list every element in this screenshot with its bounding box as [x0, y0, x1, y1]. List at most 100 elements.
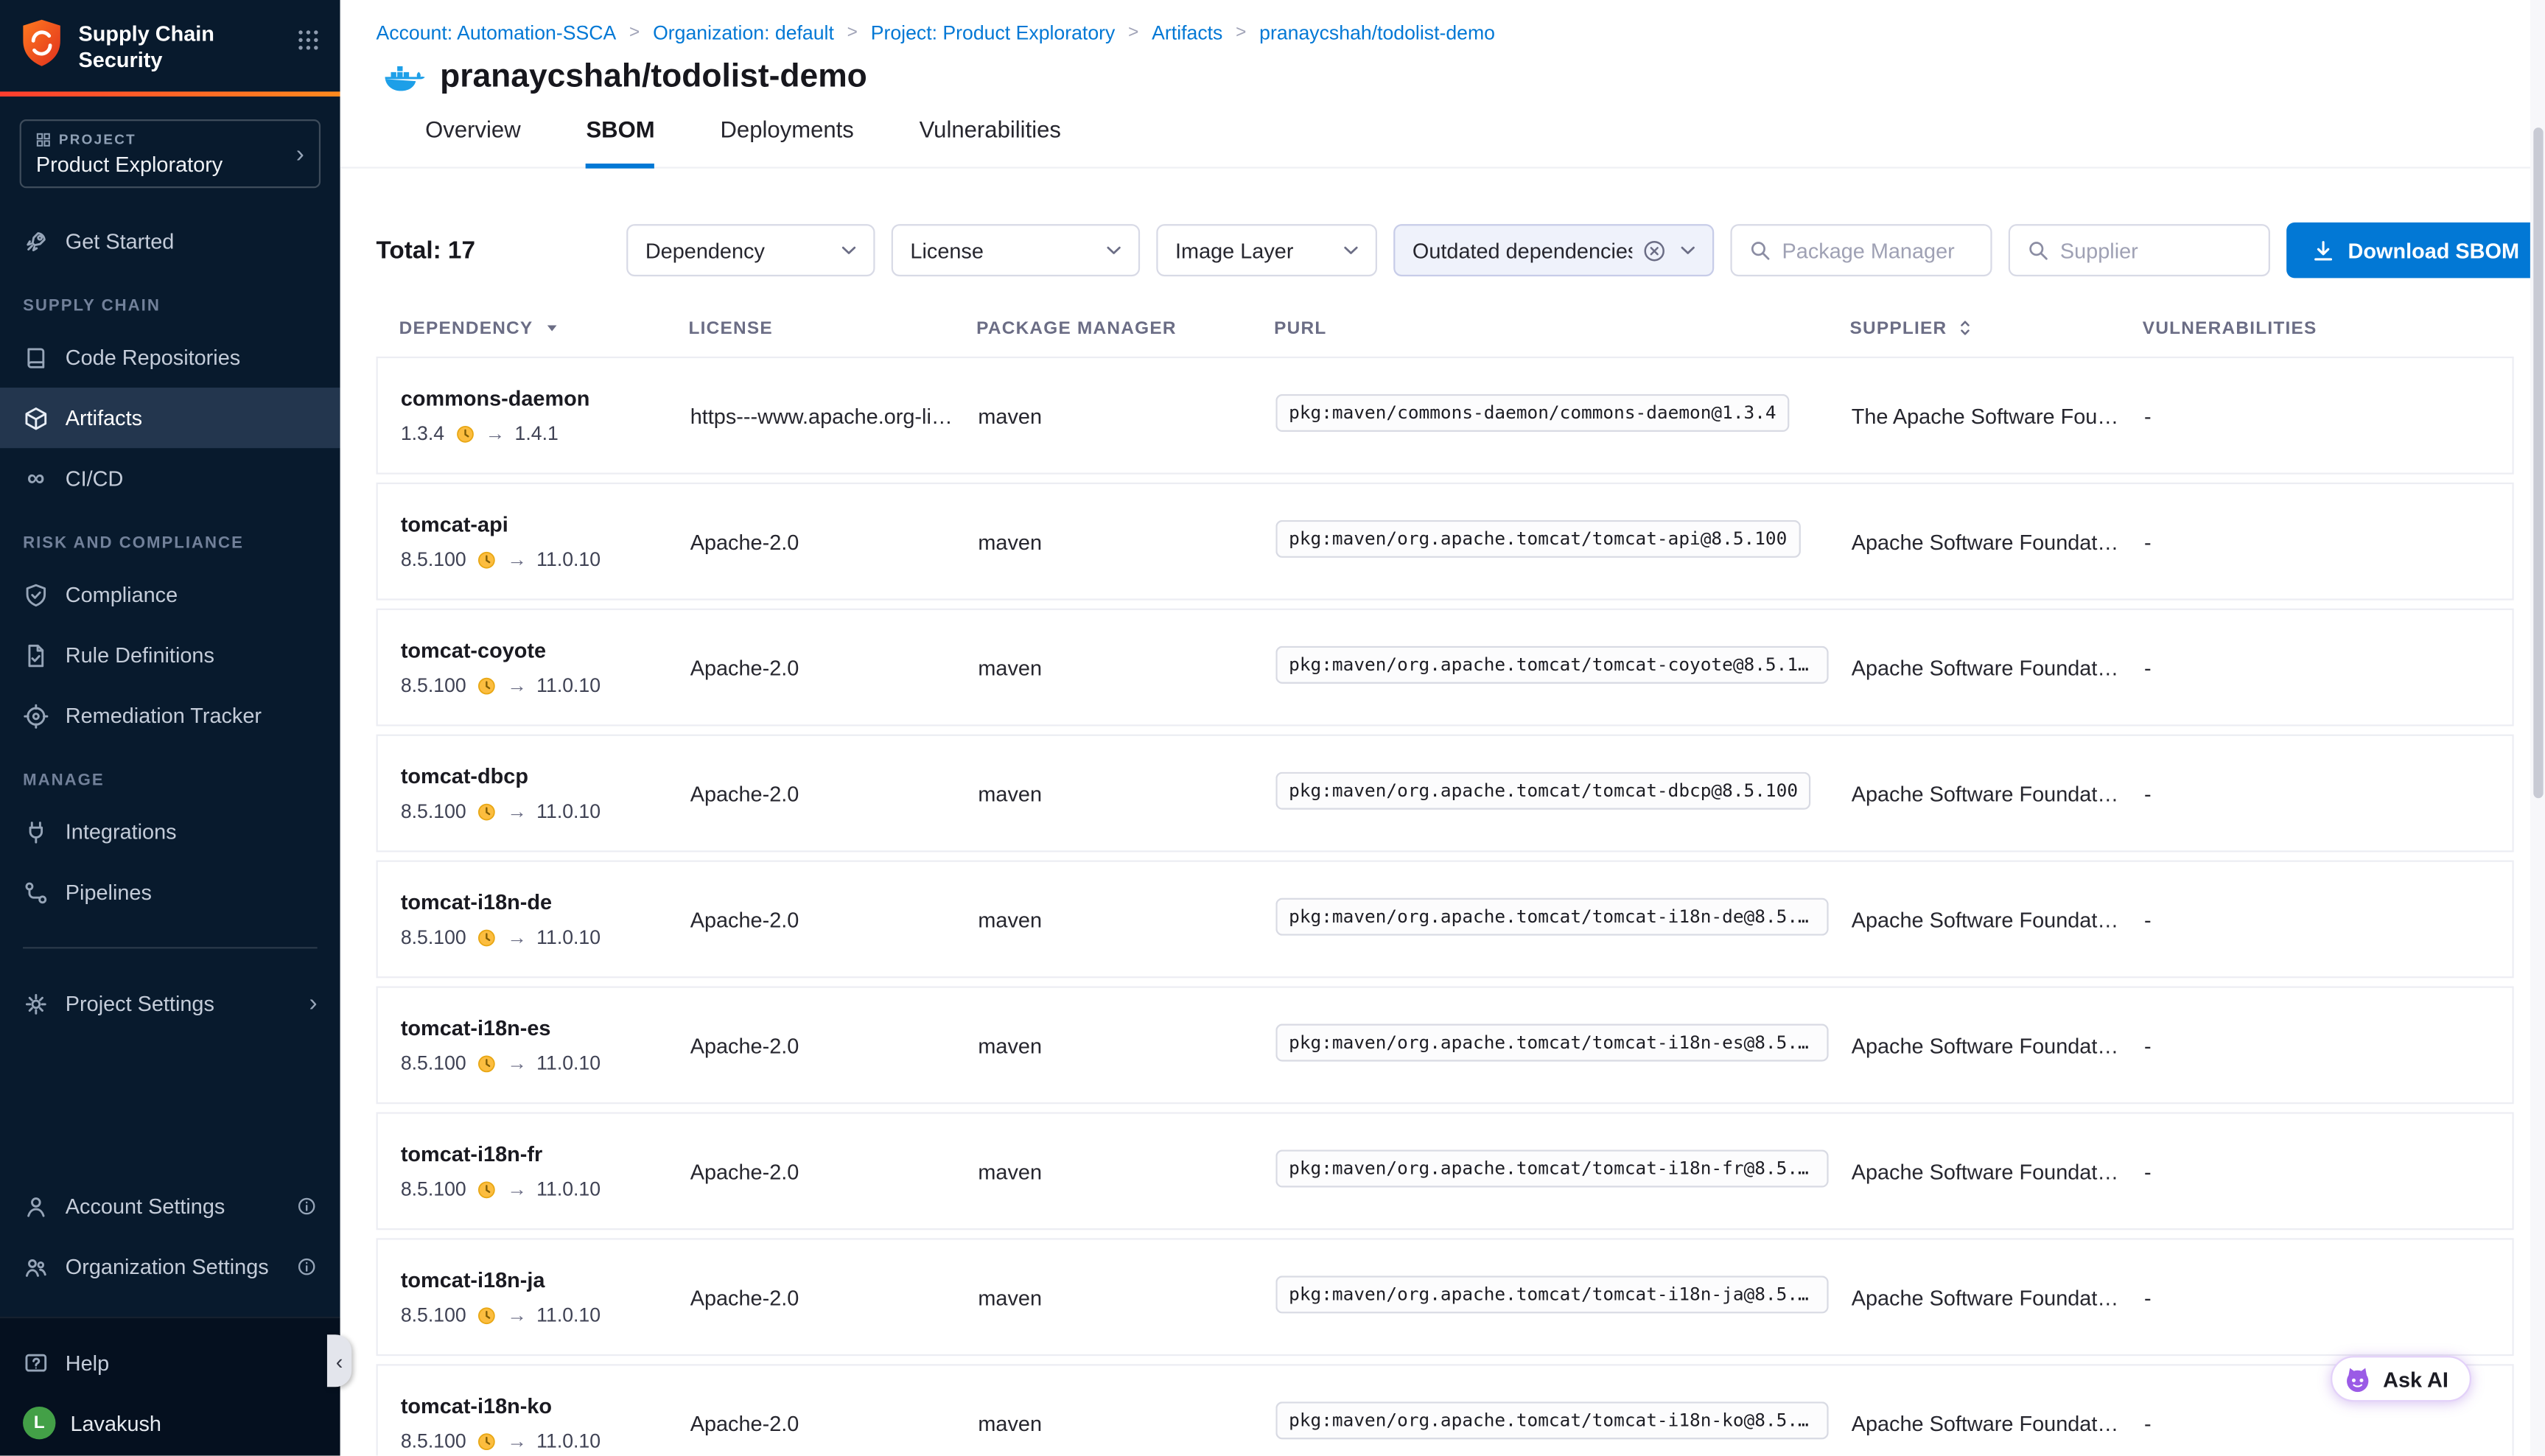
cell-purl: pkg:maven/org.apache.tomcat/tomcat-i18n-…: [1275, 1024, 1851, 1067]
purl-value[interactable]: pkg:maven/org.apache.tomcat/tomcat-i18n-…: [1275, 1024, 1828, 1062]
cell-purl: pkg:maven/org.apache.tomcat/tomcat-api@8…: [1275, 520, 1851, 563]
dependency-versions: 8.5.100 → 11.0.10: [401, 1429, 668, 1452]
image-layer-filter-select[interactable]: Image Layer: [1155, 224, 1376, 276]
table-row[interactable]: tomcat-i18n-de 8.5.100 → 11.0.10 Apache-…: [377, 861, 2514, 979]
module-grid-icon[interactable]: [296, 18, 321, 60]
arrow-right-icon: →: [486, 424, 505, 444]
tab-bar: Overview SBOM Deployments Vulnerabilitie…: [340, 97, 2545, 169]
project-info: PROJECT Product Exploratory: [36, 131, 296, 177]
dependency-filter-select[interactable]: Dependency: [626, 224, 874, 276]
breadcrumb-link-organization[interactable]: Organization: default: [653, 21, 834, 44]
cell-vulnerabilities: -: [2144, 655, 2512, 679]
sidebar-item-help[interactable]: Help: [0, 1333, 340, 1393]
help-icon: [23, 1350, 49, 1376]
cell-dependency: tomcat-api 8.5.100 → 11.0.10: [401, 512, 690, 571]
scrollbar-thumb[interactable]: [2533, 127, 2543, 798]
sidebar-item-rule-definitions[interactable]: Rule Definitions: [0, 625, 340, 685]
toolbar: Total: 17 Dependency License Image Layer…: [340, 169, 2545, 279]
package-manager-input[interactable]: [1782, 238, 1974, 262]
artifacts-cube-icon: [23, 405, 49, 431]
gear-icon: [23, 990, 49, 1017]
breadcrumb-link-account[interactable]: Account: Automation-SSCA: [377, 21, 617, 44]
sidebar-item-pipelines[interactable]: Pipelines: [0, 862, 340, 923]
breadcrumb-link-artifacts[interactable]: Artifacts: [1152, 21, 1222, 44]
tab-overview[interactable]: Overview: [425, 116, 521, 169]
clear-filter-icon[interactable]: [1642, 238, 1666, 262]
sidebar-collapse-handle[interactable]: ‹: [327, 1334, 351, 1387]
breadcrumb-separator-icon: >: [629, 23, 640, 43]
purl-value[interactable]: pkg:maven/org.apache.tomcat/tomcat-dbcp@…: [1275, 772, 1810, 810]
tab-vulnerabilities[interactable]: Vulnerabilities: [920, 116, 1061, 169]
arrow-right-icon: →: [507, 1431, 527, 1451]
sidebar-item-organization-settings[interactable]: Organization Settings: [0, 1236, 340, 1297]
sort-updown-icon: [1955, 318, 1976, 339]
purl-value[interactable]: pkg:maven/org.apache.tomcat/tomcat-i18n-…: [1275, 1401, 1828, 1439]
sidebar-item-code-repositories[interactable]: Code Repositories: [0, 327, 340, 388]
cell-package-manager: maven: [978, 1159, 1275, 1183]
tab-sbom[interactable]: SBOM: [586, 116, 654, 169]
dependency-name: tomcat-i18n-ko: [401, 1393, 668, 1418]
col-purl: PURL: [1274, 318, 1849, 339]
download-sbom-button[interactable]: Download SBOM: [2286, 223, 2544, 278]
outdated-clock-icon: [476, 1178, 497, 1200]
tab-deployments[interactable]: Deployments: [720, 116, 853, 169]
arrow-right-icon: →: [507, 1179, 527, 1199]
col-supplier[interactable]: SUPPLIER: [1849, 318, 2142, 339]
breadcrumb-link-artifact-name[interactable]: pranaycshah/todolist-demo: [1259, 21, 1495, 44]
sidebar-item-cicd[interactable]: ∞ CI/CD: [0, 448, 340, 508]
col-dependency[interactable]: DEPENDENCY: [399, 318, 689, 339]
dependency-name: commons-daemon: [401, 386, 668, 410]
outdated-dependencies-filter[interactable]: Outdated dependencies: [1393, 224, 1713, 276]
table-row[interactable]: tomcat-i18n-es 8.5.100 → 11.0.10 Apache-…: [377, 986, 2514, 1104]
purl-value[interactable]: pkg:maven/org.apache.tomcat/tomcat-i18n-…: [1275, 1149, 1828, 1187]
purl-value[interactable]: pkg:maven/org.apache.tomcat/tomcat-i18n-…: [1275, 898, 1828, 936]
select-value: Dependency: [645, 238, 827, 262]
project-selector[interactable]: PROJECT Product Exploratory ›: [20, 119, 321, 188]
breadcrumb: Account: Automation-SSCA > Organization:…: [377, 21, 2509, 44]
dependency-name: tomcat-i18n-fr: [401, 1141, 668, 1166]
table-row[interactable]: tomcat-i18n-ko 8.5.100 → 11.0.10 Apache-…: [377, 1364, 2514, 1455]
purl-value[interactable]: pkg:maven/org.apache.tomcat/tomcat-i18n-…: [1275, 1275, 1828, 1313]
sidebar-item-artifacts[interactable]: Artifacts: [0, 388, 340, 448]
sidebar-item-project-settings[interactable]: Project Settings ›: [0, 973, 340, 1034]
table-row[interactable]: tomcat-api 8.5.100 → 11.0.10 Apache-2.0 …: [377, 483, 2514, 601]
table-row[interactable]: tomcat-dbcp 8.5.100 → 11.0.10 Apache-2.0…: [377, 735, 2514, 853]
brand-home[interactable]: Supply Chain Security: [0, 0, 340, 91]
table-row[interactable]: commons-daemon 1.3.4 → 1.4.1 https---www…: [377, 357, 2514, 475]
supplier-search[interactable]: [2008, 224, 2269, 276]
dependency-versions: 8.5.100 → 11.0.10: [401, 1177, 668, 1200]
sidebar-item-integrations[interactable]: Integrations: [0, 802, 340, 862]
sidebar-item-get-started[interactable]: Get Started: [0, 211, 340, 271]
table-row[interactable]: tomcat-i18n-ja 8.5.100 → 11.0.10 Apache-…: [377, 1238, 2514, 1356]
vertical-scrollbar[interactable]: [2530, 0, 2545, 1456]
supplier-input[interactable]: [2060, 238, 2252, 262]
cell-package-manager: maven: [978, 655, 1275, 679]
cell-license: https---www.apache.org-lic...: [690, 403, 979, 427]
sidebar-item-compliance[interactable]: Compliance: [0, 564, 340, 625]
sidebar-item-remediation-tracker[interactable]: Remediation Tracker: [0, 685, 340, 746]
sidebar-item-label: Remediation Tracker: [66, 703, 262, 727]
current-version: 8.5.100: [401, 1177, 466, 1200]
table-row[interactable]: tomcat-i18n-fr 8.5.100 → 11.0.10 Apache-…: [377, 1112, 2514, 1230]
cell-purl: pkg:maven/org.apache.tomcat/tomcat-i18n-…: [1275, 1401, 1851, 1444]
ask-ai-button[interactable]: Ask AI: [2331, 1356, 2471, 1401]
package-manager-search[interactable]: [1730, 224, 1992, 276]
column-label: DEPENDENCY: [399, 318, 533, 338]
table-row[interactable]: tomcat-coyote 8.5.100 → 11.0.10 Apache-2…: [377, 609, 2514, 727]
license-filter-select[interactable]: License: [891, 224, 1139, 276]
user-menu[interactable]: L Lavakush: [0, 1393, 340, 1439]
sbom-table: DEPENDENCY LICENSE PACKAGE MANAGER PURL …: [340, 318, 2545, 1456]
purl-value[interactable]: pkg:maven/org.apache.tomcat/tomcat-coyot…: [1275, 646, 1828, 684]
purl-value[interactable]: pkg:maven/org.apache.tomcat/tomcat-api@8…: [1275, 520, 1800, 558]
cell-vulnerabilities: -: [2144, 781, 2512, 805]
document-check-icon: [23, 642, 49, 668]
download-label: Download SBOM: [2348, 238, 2519, 262]
arrow-right-icon: →: [507, 550, 527, 570]
rocket-icon: [23, 228, 49, 255]
dependency-name: tomcat-i18n-es: [401, 1015, 668, 1040]
breadcrumb-link-project[interactable]: Project: Product Exploratory: [871, 21, 1116, 44]
dependency-name: tomcat-dbcp: [401, 764, 668, 788]
sidebar-item-account-settings[interactable]: Account Settings: [0, 1176, 340, 1236]
latest-version: 11.0.10: [536, 548, 601, 571]
purl-value[interactable]: pkg:maven/commons-daemon/commons-daemon@…: [1275, 394, 1789, 432]
